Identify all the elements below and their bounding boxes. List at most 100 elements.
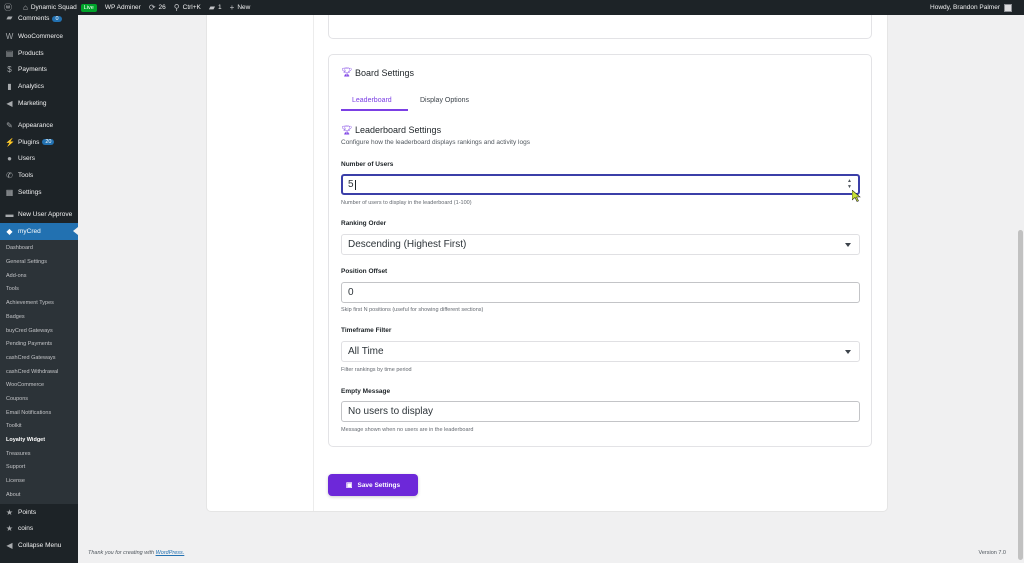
timeframe-filter-select[interactable]: All Time: [341, 341, 860, 362]
submenu-item[interactable]: Add-ons: [0, 269, 78, 283]
timeframe-value: All Time: [348, 346, 384, 357]
submenu-item[interactable]: cashCred Withdrawal: [0, 365, 78, 379]
plus-icon: +: [229, 3, 235, 12]
empty-message-input[interactable]: No users to display: [341, 401, 860, 422]
wp-logo-menu[interactable]: ⓦ: [0, 0, 19, 15]
wordpress-link[interactable]: WordPress.: [156, 550, 185, 556]
sidebar-item-mycred[interactable]: ◆ myCred: [0, 222, 78, 240]
comments-icon: ▰: [6, 15, 13, 22]
submenu-item[interactable]: cashCred Gateways: [0, 351, 78, 365]
trophy-icon: 🏆︎: [341, 67, 353, 77]
footer-version: Version 7.0: [978, 550, 1006, 556]
sidebar-item-coins[interactable]: ★ coins: [0, 520, 78, 537]
admin-sidebar: ▰ Comments 0 W WooCommerce ▤ Products $ Pay…: [0, 15, 78, 563]
avatar: [1004, 3, 1012, 12]
position-offset-input[interactable]: 0: [341, 282, 860, 303]
submenu-item[interactable]: Toolkit: [0, 420, 78, 434]
tab-display-options[interactable]: Display Options: [420, 97, 469, 104]
empty-message-help: Message shown when no users are in the l…: [341, 427, 474, 433]
submenu-item[interactable]: General Settings: [0, 255, 78, 269]
site-name-link[interactable]: ⌂ Dynamic Squad Live: [19, 0, 101, 15]
number-of-users-input[interactable]: 5 ▲ ▼: [341, 174, 860, 195]
submenu-item[interactable]: Pending Payments: [0, 337, 78, 351]
submenu-item[interactable]: Email Notifications: [0, 406, 78, 420]
submenu-item[interactable]: About: [0, 488, 78, 502]
sidebar-item-products[interactable]: ▤ Products: [0, 45, 78, 62]
card-divider: [313, 15, 314, 511]
sidebar-item-plugins[interactable]: ⚡ Plugins 20: [0, 134, 78, 151]
save-label: Save Settings: [357, 481, 401, 489]
sidebar-item-points[interactable]: ★ Points: [0, 504, 78, 521]
submenu-item[interactable]: Badges: [0, 310, 78, 324]
wordpress-logo-icon: ⓦ: [4, 3, 12, 12]
submenu-item[interactable]: WooCommerce: [0, 378, 78, 392]
howdy-text: Howdy, Brandon Palmer: [930, 4, 1000, 11]
save-settings-button[interactable]: ▣ Save Settings: [328, 474, 418, 496]
text-caret: [354, 179, 356, 190]
sidebar-item-appearance[interactable]: ✎ Appearance: [0, 117, 78, 134]
offset-help: Skip first N positions (useful for showi…: [341, 307, 484, 313]
submenu-item[interactable]: buyCred Gateways: [0, 324, 78, 338]
megaphone-icon: ◀: [6, 99, 13, 109]
wp-adminer-link[interactable]: WP Adminer: [101, 0, 145, 15]
sidebar-item-woocommerce[interactable]: W WooCommerce: [0, 28, 78, 45]
site-name: Dynamic Squad: [30, 4, 77, 11]
users-help: Number of users to display in the leader…: [341, 200, 472, 206]
woocommerce-icon: W: [5, 31, 14, 41]
sidebar-item-new-user-approve[interactable]: ▬ New User Approve: [0, 206, 78, 223]
plugins-badge: 20: [42, 139, 55, 146]
submenu-item[interactable]: Coupons: [0, 392, 78, 406]
submenu-item[interactable]: Dashboard: [0, 242, 78, 256]
users-value: 5: [348, 179, 354, 190]
live-badge: Live: [80, 3, 97, 12]
comments-link[interactable]: ▰ 1: [205, 0, 226, 15]
sidebar-item-users[interactable]: ● Users: [0, 151, 78, 168]
chevron-down-icon: [845, 350, 851, 354]
brush-icon: ✎: [6, 120, 13, 130]
ranking-order-select[interactable]: Descending (Highest First): [341, 234, 860, 255]
new-content-link[interactable]: + New: [226, 0, 255, 15]
updates-link[interactable]: ⟳ 26: [145, 0, 170, 15]
sidebar-item-settings[interactable]: ▦ Settings: [0, 184, 78, 201]
order-label: Ranking Order: [341, 220, 387, 227]
updates-icon: ⟳: [148, 3, 156, 12]
empty-message-value: No users to display: [348, 406, 434, 417]
submenu-item[interactable]: Support: [0, 461, 78, 475]
submenu-item[interactable]: Tools: [0, 283, 78, 297]
command-palette-link[interactable]: ⚲ Ctrl+K: [170, 0, 205, 15]
collapse-menu-button[interactable]: ◀ Collapse Menu: [0, 537, 78, 554]
payments-icon: $: [7, 65, 12, 75]
submenu-item[interactable]: Achievement Types: [0, 296, 78, 310]
plugin-icon: ⚡: [5, 137, 15, 147]
comments-count: 1: [218, 4, 222, 11]
new-label: New: [237, 4, 251, 11]
sidebar-item-tools[interactable]: ✆ Tools: [0, 167, 78, 184]
submenu-item[interactable]: Treasures: [0, 447, 78, 461]
analytics-icon: ▮: [7, 82, 12, 92]
sidebar-item-payments[interactable]: $ Payments: [0, 62, 78, 79]
cursor-arrow-icon: [851, 189, 861, 202]
updates-count: 26: [158, 4, 166, 11]
sidebar-item-analytics[interactable]: ▮ Analytics: [0, 78, 78, 95]
users-label: Number of Users: [341, 161, 394, 168]
trophy-icon: 🏆︎: [341, 125, 353, 135]
tab-leaderboard[interactable]: Leaderboard: [352, 97, 392, 104]
save-icon: ▣: [345, 482, 353, 489]
mycred-icon: ◆: [6, 226, 13, 236]
submenu-item-loyalty-widget[interactable]: Loyalty Widget: [0, 433, 78, 447]
search-icon: ⚲: [173, 3, 180, 12]
settings-icon: ▦: [5, 188, 14, 198]
timeframe-help: Filter rankings by time period: [341, 367, 412, 373]
my-account[interactable]: Howdy, Brandon Palmer: [930, 3, 1024, 12]
page-scrollbar[interactable]: [1016, 15, 1024, 563]
submenu-item[interactable]: License: [0, 474, 78, 488]
offset-value: 0: [348, 287, 354, 298]
timeframe-label: Timeframe Filter: [341, 327, 392, 334]
home-icon: ⌂: [23, 3, 28, 12]
comment-icon: ▰: [208, 3, 216, 12]
section-description: Configure how the leaderboard displays r…: [341, 139, 530, 146]
wrench-icon: ✆: [6, 171, 13, 181]
scrollbar-thumb[interactable]: [1018, 230, 1023, 560]
sidebar-item-marketing[interactable]: ◀ Marketing: [0, 95, 78, 112]
sidebar-item-comments[interactable]: ▰ Comments 0: [0, 15, 78, 22]
